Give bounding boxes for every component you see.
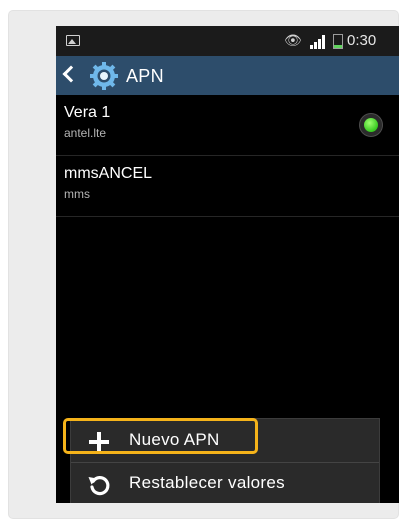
status-bar: 👁 0:30 [56,26,399,56]
picture-icon [66,35,80,46]
apn-name: mmsANCEL [64,165,153,182]
reset-defaults-menu-item[interactable]: Restablecer valores [71,463,379,503]
apn-name: Vera 1 [64,104,111,121]
signal-icon [310,35,326,49]
highlight-box [63,418,258,454]
apn-value: mms [64,187,90,201]
apn-list-item[interactable]: Vera 1 antel.lte [56,95,399,155]
page-title: APN [126,66,164,86]
selected-radio-button[interactable] [359,113,383,137]
status-time: 0:30 [347,32,377,49]
battery-icon [333,34,343,49]
menu-item-label: Restablecer valores [129,473,285,492]
settings-gear-icon[interactable] [89,61,119,91]
back-arrow-icon[interactable] [62,65,80,83]
eye-icon: 👁 [284,32,302,48]
apn-value: antel.lte [64,126,107,140]
list-divider [56,216,399,217]
action-bar: APN [56,56,399,95]
apn-list-item[interactable]: mmsANCEL mms [56,156,399,216]
reset-icon [88,476,110,496]
